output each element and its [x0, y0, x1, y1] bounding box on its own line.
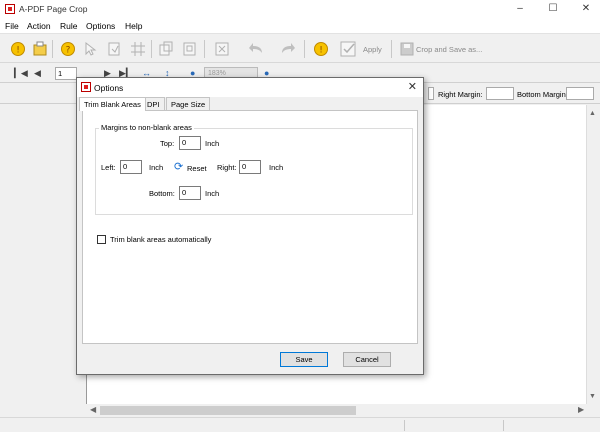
cancel-button[interactable]: Cancel — [343, 352, 391, 367]
reset-button[interactable]: Reset — [187, 164, 207, 173]
bottom-margin-label: Bottom Margin: — [517, 90, 568, 99]
crop-page-icon[interactable] — [158, 41, 174, 57]
app-icon — [5, 4, 15, 14]
menu-help[interactable]: Help — [125, 21, 142, 31]
grid-icon[interactable] — [130, 41, 146, 57]
top-unit-label: Inch — [205, 139, 220, 148]
first-page-icon[interactable]: ▎◀ — [14, 68, 28, 79]
tab-page-size[interactable]: Page Size — [166, 97, 211, 110]
left-margin-field[interactable]: 0 — [120, 160, 142, 174]
redo-icon[interactable] — [280, 41, 296, 57]
dialog-title: Options — [94, 83, 124, 93]
right-label: Right: — [217, 163, 237, 172]
menu-bar: File Action Rule Options Help — [0, 18, 600, 33]
close-button[interactable]: ✕ — [573, 1, 599, 17]
options-dialog: Options ✕ Trim Blank Areas DPI Page Size… — [76, 77, 424, 375]
right-margin-input[interactable] — [486, 87, 514, 100]
apply-check-icon[interactable] — [340, 41, 356, 57]
menu-action[interactable]: Action — [27, 21, 51, 31]
select-page-icon[interactable] — [106, 41, 122, 57]
svg-text:?: ? — [66, 46, 71, 56]
svg-text:!: ! — [319, 46, 323, 56]
bottom-label: Bottom: — [149, 189, 175, 198]
trim-auto-checkbox[interactable] — [97, 235, 106, 244]
main-toolbar: ! ? ! Apply Crop and Save as... — [0, 33, 600, 63]
group-title: Margins to non-blank areas — [99, 123, 194, 132]
minimize-button[interactable]: – — [507, 1, 533, 17]
bottom-margin-field[interactable]: 0 — [179, 186, 201, 200]
dialog-title-bar: Options ✕ — [77, 78, 423, 97]
save-disk-icon[interactable] — [399, 41, 415, 57]
maximize-button[interactable]: ☐ — [540, 1, 566, 17]
crop-and-save-button[interactable]: Crop and Save as... — [416, 45, 482, 54]
title-bar: A-PDF Page Crop – ☐ ✕ — [0, 0, 600, 18]
question-icon[interactable]: ? — [60, 41, 76, 57]
bottom-unit-label: Inch — [205, 189, 220, 198]
top-label: Top: — [160, 139, 175, 148]
dialog-app-icon — [81, 82, 91, 92]
menu-options[interactable]: Options — [86, 21, 115, 31]
left-label: Left: — [101, 163, 116, 172]
svg-text:!: ! — [16, 46, 20, 56]
reset-icon[interactable]: ⟳ — [174, 160, 183, 173]
apply-button[interactable]: Apply — [363, 45, 382, 54]
scroll-right-icon[interactable]: ▶ — [578, 405, 584, 414]
window-title: A-PDF Page Crop — [19, 4, 88, 14]
save-button[interactable]: Save — [280, 352, 328, 367]
info-circle-icon[interactable]: ! — [313, 41, 329, 57]
left-unit-label: Inch — [149, 163, 164, 172]
horizontal-scroll-thumb[interactable] — [100, 406, 356, 415]
menu-file[interactable]: File — [5, 21, 19, 31]
page-number-input[interactable]: 1 — [55, 67, 77, 80]
tab-trim-blank-areas[interactable]: Trim Blank Areas — [79, 97, 146, 111]
right-margin-label: Right Margin: — [438, 90, 483, 99]
left-margin-input[interactable] — [428, 87, 434, 100]
pointer-icon[interactable] — [82, 41, 98, 57]
vertical-scrollbar[interactable] — [586, 105, 600, 417]
trim-auto-label: Trim blank areas automatically — [110, 235, 212, 244]
dialog-close-icon[interactable]: ✕ — [408, 80, 417, 93]
top-margin-field[interactable]: 0 — [179, 136, 201, 150]
open-file-icon[interactable] — [32, 41, 48, 57]
undo-icon[interactable] — [248, 41, 264, 57]
right-margin-field[interactable]: 0 — [239, 160, 261, 174]
scroll-left-icon[interactable]: ◀ — [90, 405, 96, 414]
scroll-up-icon[interactable]: ▲ — [589, 110, 596, 117]
delete-crop-icon[interactable] — [214, 41, 230, 57]
crop-all-icon[interactable] — [182, 41, 198, 57]
status-bar — [0, 417, 600, 432]
help-circle-icon[interactable]: ! — [10, 41, 26, 57]
menu-rule[interactable]: Rule — [60, 21, 77, 31]
scroll-down-icon[interactable]: ▼ — [589, 393, 596, 400]
tab-panel-trim: Margins to non-blank areas Top: 0 Inch L… — [82, 110, 418, 344]
right-unit-label: Inch — [269, 163, 284, 172]
prev-page-icon[interactable]: ◀ — [34, 68, 41, 79]
bottom-margin-input[interactable] — [566, 87, 594, 100]
